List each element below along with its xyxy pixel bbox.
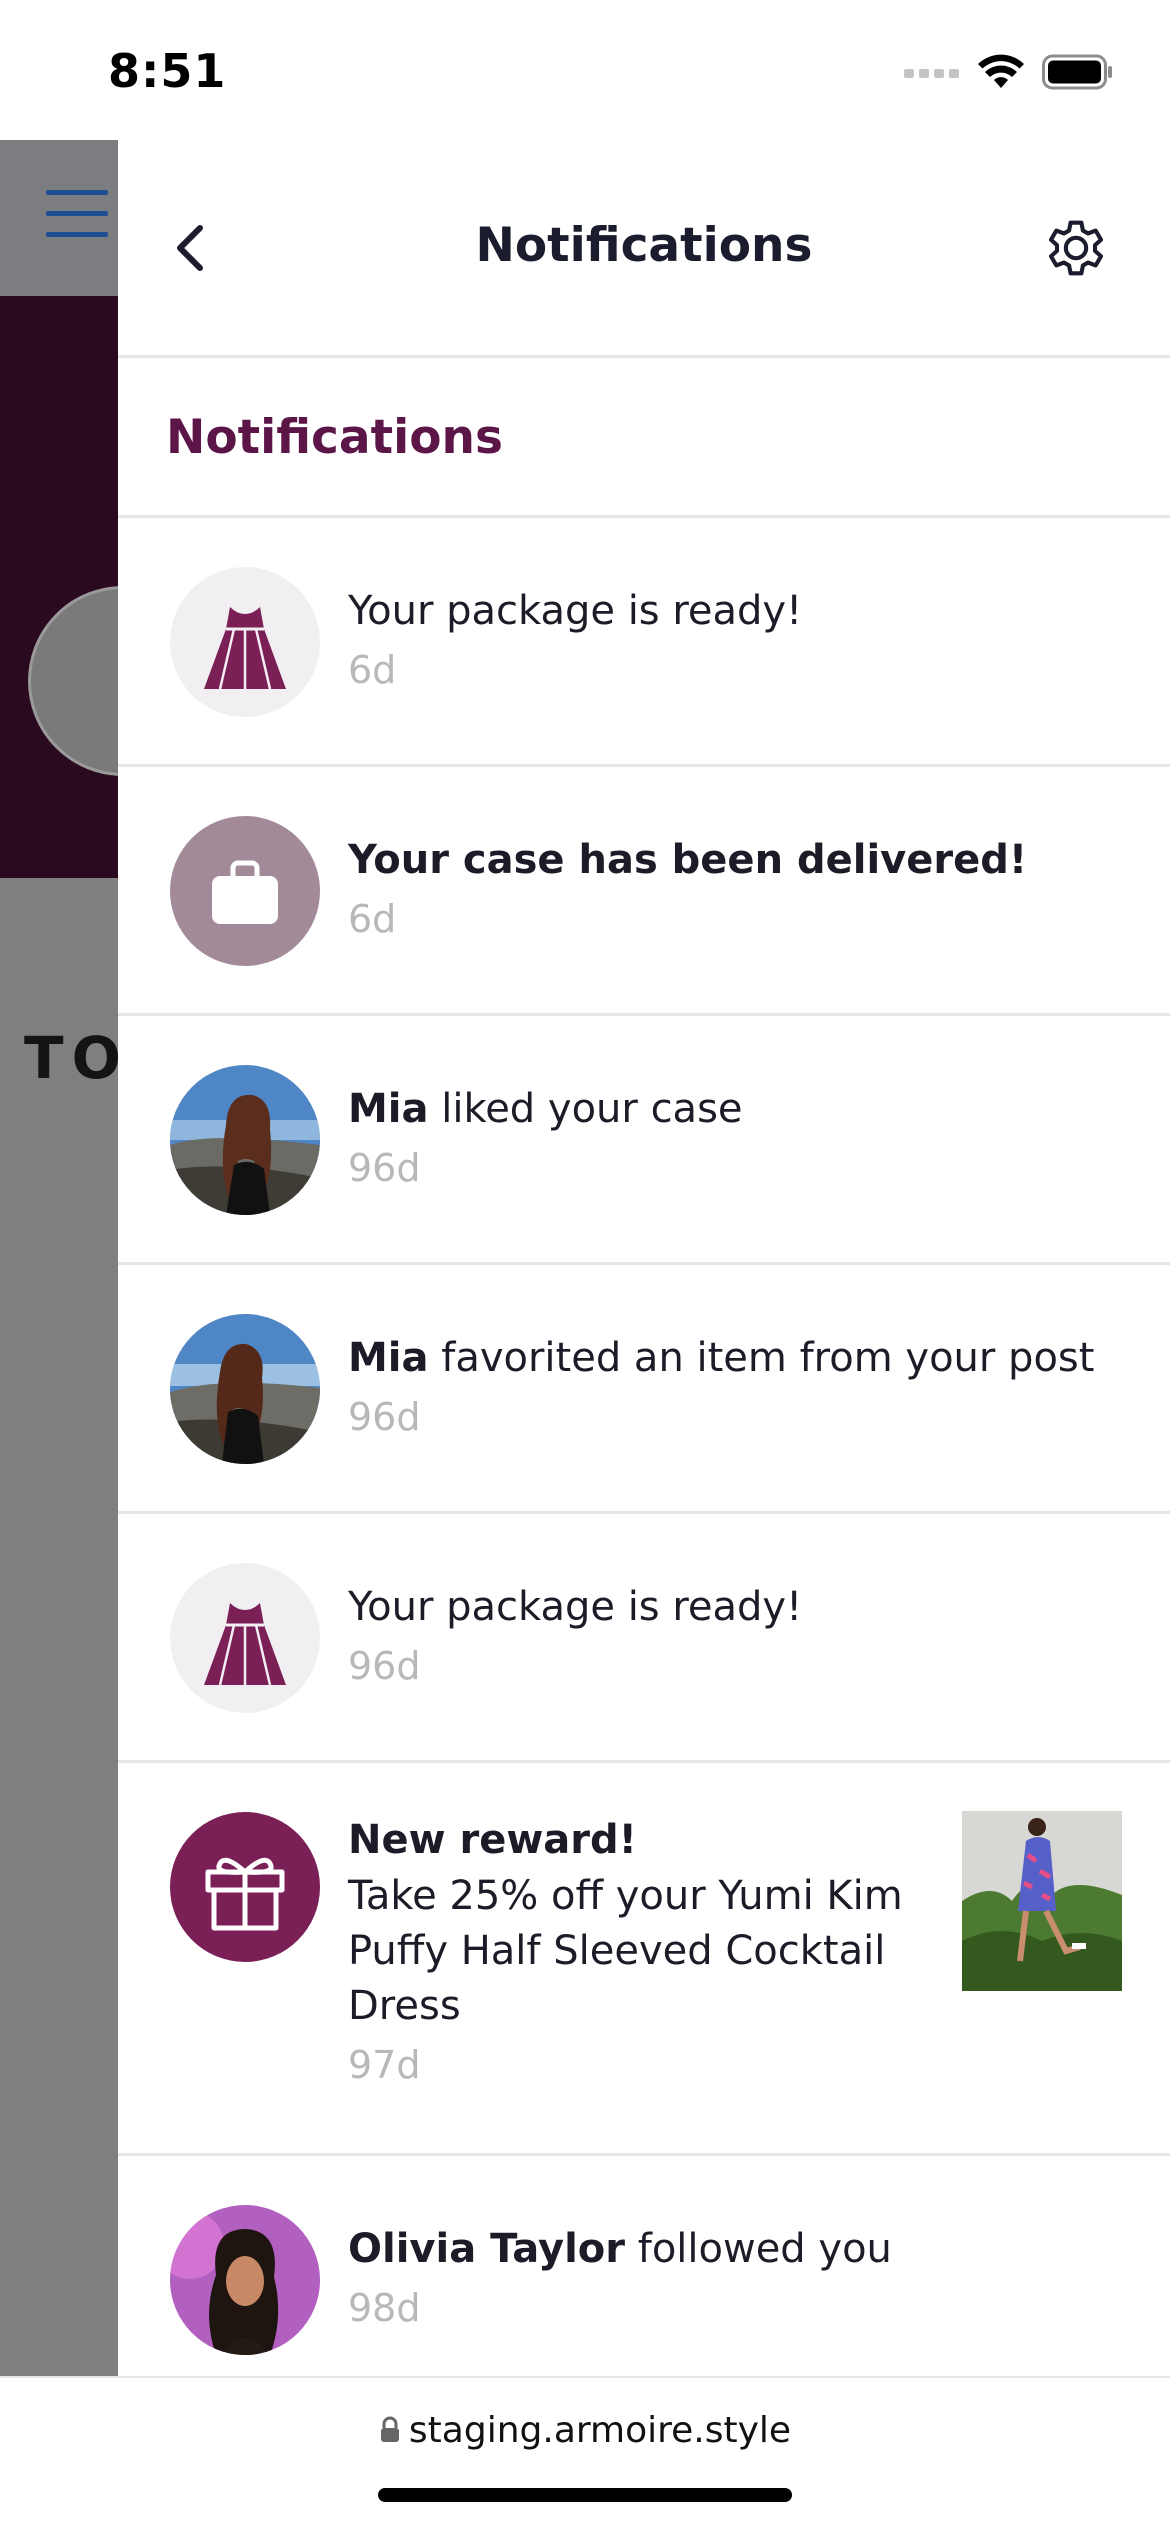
notification-item[interactable]: Mia favorited an item from your post 96d (118, 1265, 1170, 1514)
background-header (0, 140, 118, 296)
notification-item[interactable]: New reward! Take 25% off your Yumi Kim P… (118, 1763, 1170, 2156)
url-text: staging.armoire.style (408, 2410, 792, 2451)
cellular-signal-icon (904, 65, 960, 84)
notification-content: Your package is ready! 96d (348, 1580, 1130, 1694)
section-title: Notifications (166, 410, 503, 465)
notifications-drawer: Notifications Notifications Your package… (118, 140, 1170, 2376)
browser-url-bar[interactable]: staging.armoire.style (0, 2376, 1170, 2532)
url-display[interactable]: staging.armoire.style (0, 2410, 1170, 2453)
notification-item[interactable]: Your package is ready! 96d (118, 1514, 1170, 1763)
status-icons (904, 52, 1114, 96)
notification-text: Mia liked your case (348, 1086, 743, 1132)
notification-text: Olivia Taylor followed you (348, 2226, 892, 2272)
notification-actor[interactable]: Olivia Taylor (348, 2226, 625, 2272)
section-header: Notifications (118, 358, 1170, 518)
notification-time: 98d (348, 2286, 421, 2330)
background-app: TO (0, 140, 118, 2376)
gear-icon (1048, 220, 1104, 276)
notification-time: 96d (348, 1395, 421, 1439)
wifi-icon (976, 53, 1026, 95)
notification-time: 6d (348, 648, 397, 692)
notification-item[interactable]: Mia liked your case 96d (118, 1016, 1170, 1265)
user-avatar[interactable] (170, 1314, 320, 1464)
product-thumbnail[interactable] (962, 1811, 1122, 1991)
notification-item[interactable]: Your package is ready! 6d (118, 518, 1170, 767)
nav-bar: Notifications (118, 140, 1170, 358)
notification-text: Mia favorited an item from your post (348, 1335, 1095, 1381)
notification-text: Take 25% off your Yumi Kim Puffy Half Sl… (348, 1873, 903, 2029)
gift-icon (170, 1812, 320, 1962)
notification-actor[interactable]: Mia (348, 1086, 429, 1132)
notification-time: 6d (348, 897, 397, 941)
notification-text: Your package is ready! (348, 1584, 803, 1630)
dress-icon (170, 567, 320, 717)
background-text: TO (24, 1024, 118, 1092)
notification-content: Mia favorited an item from your post 96d (348, 1331, 1130, 1445)
notification-item[interactable]: Your case has been delivered! 6d (118, 767, 1170, 1016)
background-banner (0, 296, 118, 878)
notification-time: 96d (348, 1644, 421, 1688)
status-bar: 8:51 (0, 0, 1170, 140)
notification-list: Your package is ready! 6d Your case has … (118, 518, 1170, 2376)
user-avatar[interactable] (170, 1065, 320, 1215)
notification-content: Olivia Taylor followed you 98d (348, 2222, 1130, 2336)
notification-text: Your case has been delivered! (348, 837, 1028, 883)
dress-icon (170, 1563, 320, 1713)
hamburger-menu-icon[interactable] (46, 190, 108, 240)
notification-item[interactable]: Olivia Taylor followed you 98d (118, 2156, 1170, 2376)
reward-title: New reward! (348, 1817, 637, 1863)
settings-button[interactable] (1038, 210, 1114, 286)
page-title: Notifications (475, 218, 813, 273)
notification-content: New reward! Take 25% off your Yumi Kim P… (348, 1811, 920, 2093)
notification-content: Mia liked your case 96d (348, 1082, 1130, 1196)
battery-icon (1042, 54, 1114, 94)
notification-actor[interactable]: Mia (348, 1335, 429, 1381)
user-avatar[interactable] (170, 2205, 320, 2355)
notification-content: Your package is ready! 6d (348, 584, 1130, 698)
home-indicator (378, 2488, 792, 2502)
briefcase-icon (170, 816, 320, 966)
status-time: 8:51 (108, 44, 227, 98)
notification-text: Your package is ready! (348, 588, 803, 634)
notification-content: Your case has been delivered! 6d (348, 833, 1130, 947)
notification-time: 96d (348, 1146, 421, 1190)
lock-icon (379, 2412, 401, 2453)
notification-time: 97d (348, 2043, 421, 2087)
